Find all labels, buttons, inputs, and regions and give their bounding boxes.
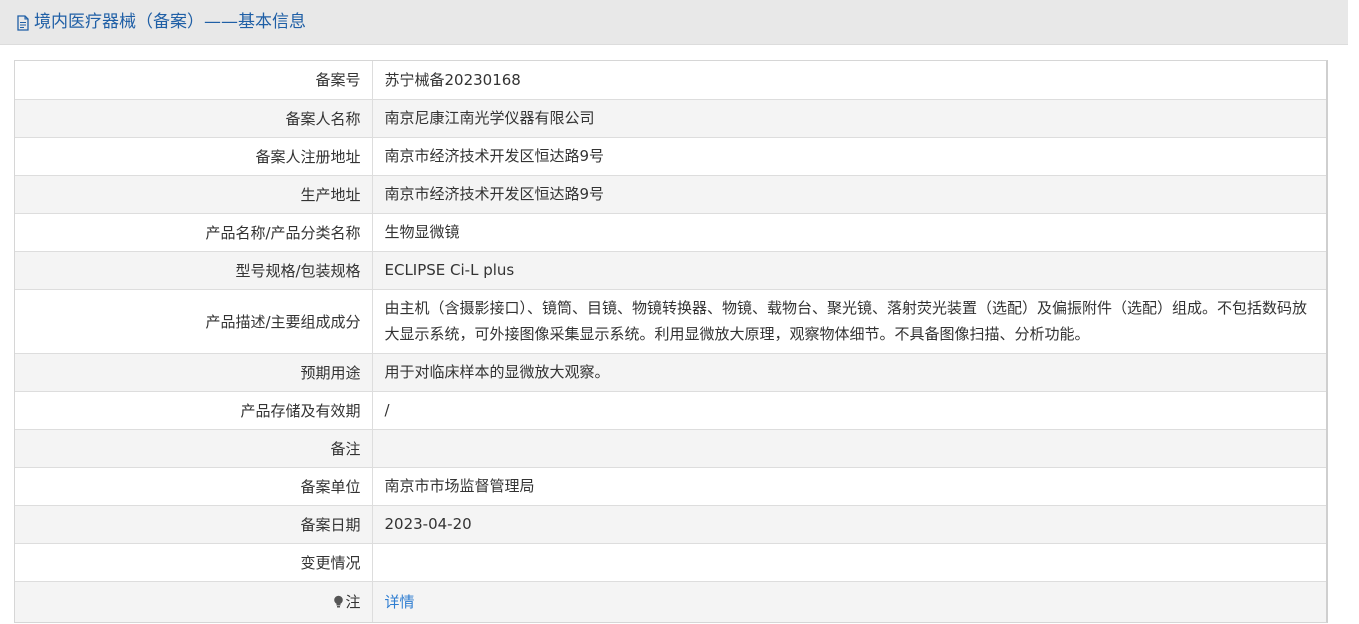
field-value-production-address: 南京市经济技术开发区恒达路9号	[372, 174, 1326, 213]
table-row: 产品描述/主要组成成分 由主机（含摄影接口）、镜筒、目镜、物镜转换器、物镜、载物…	[15, 288, 1326, 353]
field-label-intended-use: 预期用途	[15, 352, 373, 391]
field-label-production-address: 生产地址	[15, 174, 373, 213]
table-row: 变更情况	[15, 542, 1326, 581]
page-title-text: 境内医疗器械（备案）——基本信息	[34, 12, 306, 32]
table-row: 备案人名称 南京尼康江南光学仪器有限公司	[15, 98, 1326, 137]
table-row: 生产地址 南京市经济技术开发区恒达路9号	[15, 174, 1326, 213]
field-value-filing-unit: 南京市市场监督管理局	[372, 466, 1326, 505]
table-row: 型号规格/包装规格 ECLIPSE Ci-L plus	[15, 250, 1326, 289]
field-value-model-spec: ECLIPSE Ci-L plus	[372, 250, 1326, 289]
field-label-registrant-name: 备案人名称	[15, 98, 373, 137]
table-row: 注 详情	[15, 580, 1326, 622]
field-value-filing-date: 2023-04-20	[372, 504, 1326, 543]
field-label-model-spec: 型号规格/包装规格	[15, 250, 373, 289]
note-label: 注	[345, 593, 361, 612]
field-value-change-status	[372, 542, 1326, 581]
field-label-registrant-address: 备案人注册地址	[15, 136, 373, 175]
document-icon	[17, 14, 29, 31]
table-row: 产品名称/产品分类名称 生物显微镜	[15, 212, 1326, 251]
info-table: 备案号 苏宁械备20230168 备案人名称 南京尼康江南光学仪器有限公司 备案…	[14, 60, 1328, 623]
table-row: 备案号 苏宁械备20230168	[15, 61, 1326, 99]
field-value-note: 详情	[372, 580, 1326, 622]
page-title: 境内医疗器械（备案）——基本信息	[16, 0, 306, 45]
table-row: 备案人注册地址 南京市经济技术开发区恒达路9号	[15, 136, 1326, 175]
field-value-storage-validity: /	[372, 390, 1326, 429]
table-row: 产品存储及有效期 /	[15, 390, 1326, 429]
field-value-product-description: 由主机（含摄影接口）、镜筒、目镜、物镜转换器、物镜、载物台、聚光镜、落射荧光装置…	[372, 288, 1326, 353]
field-value-registrant-address: 南京市经济技术开发区恒达路9号	[372, 136, 1326, 175]
field-label-remarks: 备注	[15, 428, 373, 467]
field-label-change-status: 变更情况	[15, 542, 373, 581]
field-label-storage-validity: 产品存储及有效期	[15, 390, 373, 429]
page-header: 境内医疗器械（备案）——基本信息	[0, 0, 1348, 45]
field-label-note: 注	[15, 580, 373, 622]
field-value-product-name: 生物显微镜	[372, 212, 1326, 251]
table-row: 备案单位 南京市市场监督管理局	[15, 466, 1326, 505]
field-label-filing-date: 备案日期	[15, 504, 373, 543]
field-label-product-description: 产品描述/主要组成成分	[15, 288, 373, 353]
field-value-record-number: 苏宁械备20230168	[372, 61, 1326, 99]
field-value-remarks	[372, 428, 1326, 467]
field-value-registrant-name: 南京尼康江南光学仪器有限公司	[372, 98, 1326, 137]
table-row: 备注	[15, 428, 1326, 467]
field-label-filing-unit: 备案单位	[15, 466, 373, 505]
table-row: 备案日期 2023-04-20	[15, 504, 1326, 543]
lightbulb-icon	[334, 595, 344, 608]
details-link[interactable]: 详情	[385, 593, 415, 611]
field-label-record-number: 备案号	[15, 61, 373, 99]
table-row: 预期用途 用于对临床样本的显微放大观察。	[15, 352, 1326, 391]
field-value-intended-use: 用于对临床样本的显微放大观察。	[372, 352, 1326, 391]
field-label-product-name: 产品名称/产品分类名称	[15, 212, 373, 251]
